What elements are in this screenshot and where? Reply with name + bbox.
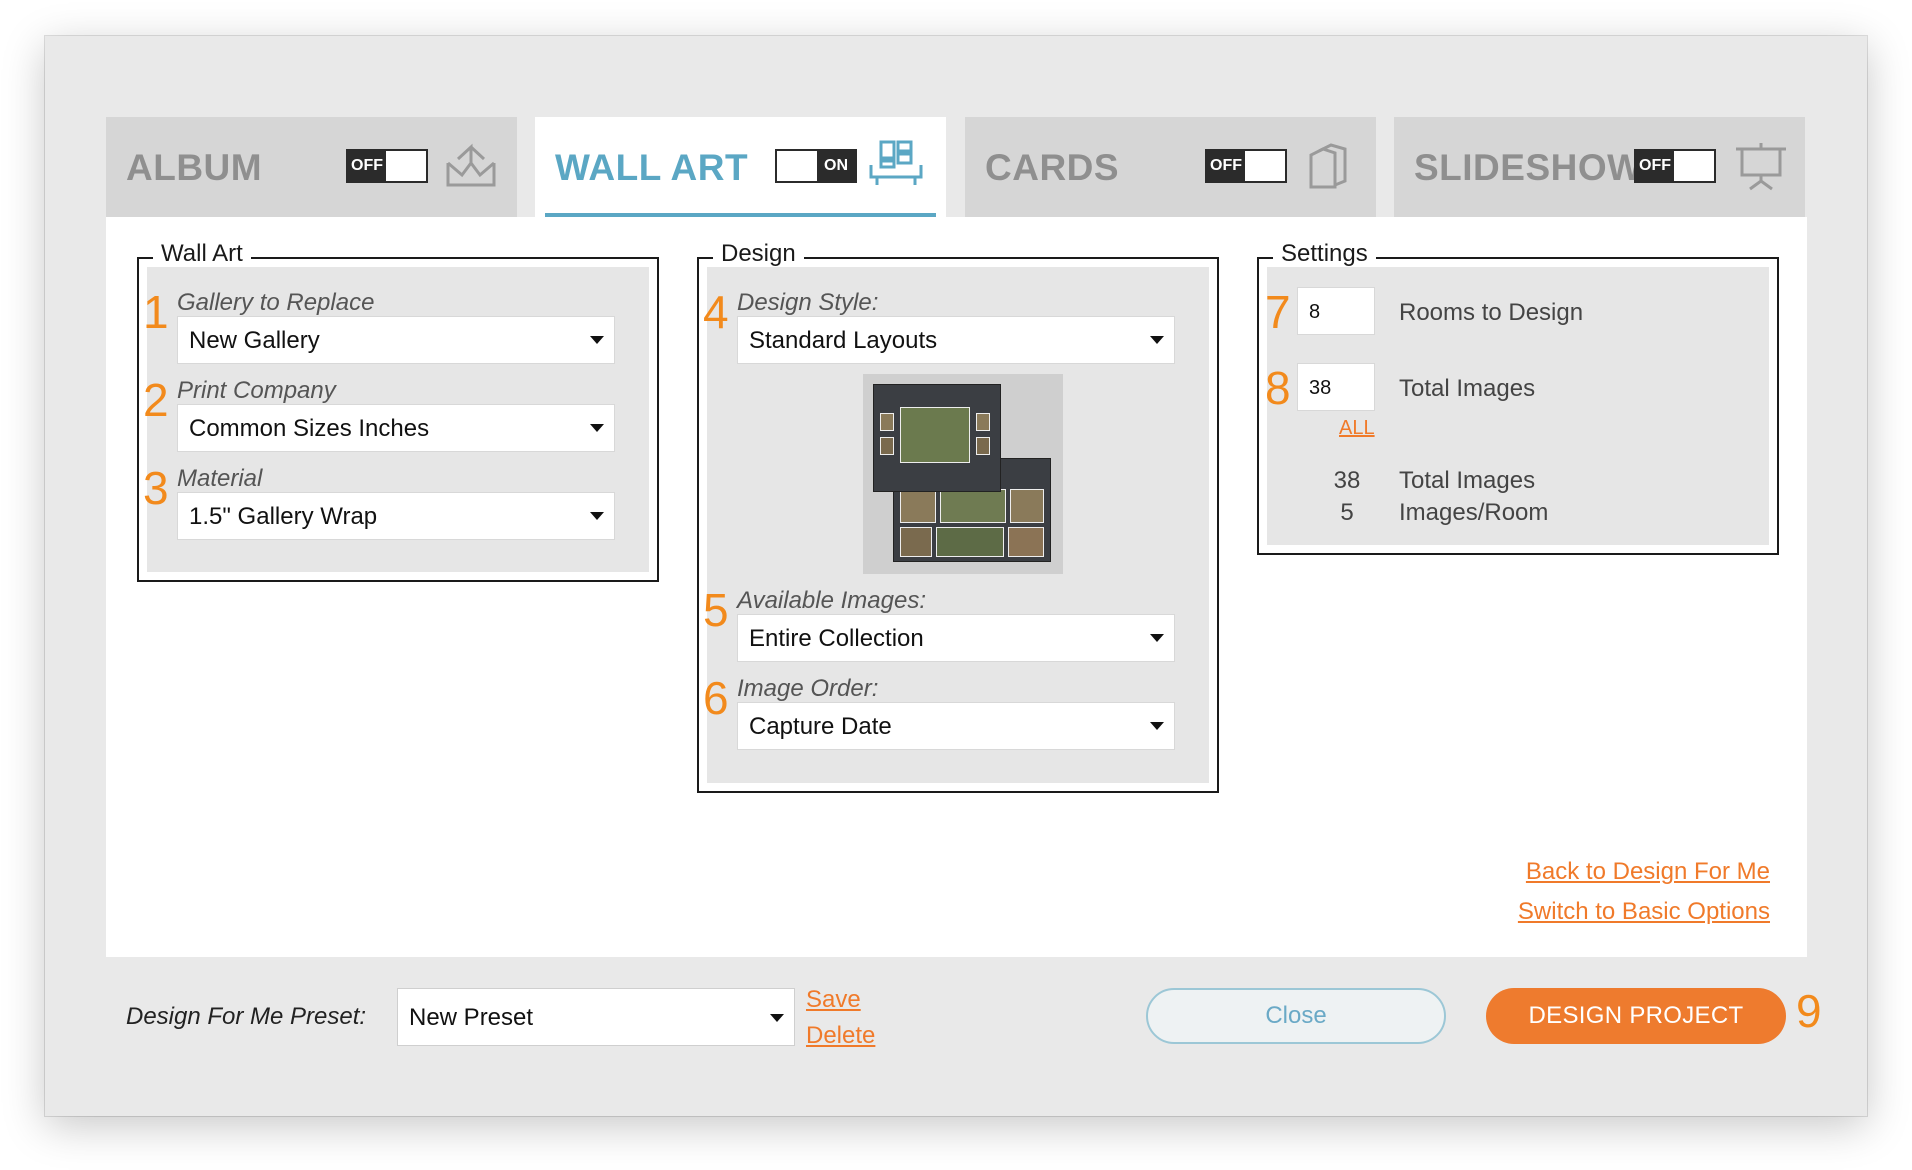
chevron-down-icon <box>770 1014 784 1022</box>
album-toggle-label: OFF <box>348 151 386 181</box>
available-images-select[interactable]: Entire Collection <box>737 614 1175 662</box>
step-number-4: 4 <box>703 286 729 338</box>
step-number-3: 3 <box>143 462 169 514</box>
step-number-8: 8 <box>1265 362 1291 414</box>
gallery-to-replace-value: New Gallery <box>189 327 320 354</box>
image-order-select[interactable]: Capture Date <box>737 702 1175 750</box>
step-number-6: 6 <box>703 672 729 724</box>
preview-photo <box>1010 489 1044 523</box>
design-group: Design 4 Design Style: Standard Layouts <box>697 240 1219 793</box>
wall-art-group-body: 1 Gallery to Replace New Gallery 2 Print… <box>143 267 649 572</box>
design-style-select[interactable]: Standard Layouts <box>737 316 1175 364</box>
settings-group-body: 7 8 Rooms to Design 8 38 Total Images AL… <box>1265 267 1769 545</box>
wall-art-group: Wall Art 1 Gallery to Replace New Galler… <box>137 240 659 582</box>
total-images-input[interactable]: 38 <box>1297 363 1375 411</box>
material-select[interactable]: 1.5" Gallery Wrap <box>177 492 615 540</box>
preview-photo <box>1008 527 1044 557</box>
album-toggle[interactable]: OFF <box>346 149 428 183</box>
design-group-title: Design <box>713 240 804 268</box>
tab-album[interactable]: ALBUM OFF <box>106 117 517 217</box>
tab-wall-art[interactable]: WALL ART ON <box>535 117 946 217</box>
preview-photo <box>940 489 1006 523</box>
slideshow-toggle[interactable]: OFF <box>1634 149 1716 183</box>
summary-images-per-room-label: Images/Room <box>1399 499 1549 526</box>
gallery-to-replace-label: Gallery to Replace <box>177 289 375 316</box>
preset-value: New Preset <box>409 1004 534 1031</box>
preview-front-card <box>873 384 1001 492</box>
chevron-down-icon <box>1150 336 1164 344</box>
settings-group: Settings 7 8 Rooms to Design 8 38 Total … <box>1257 240 1779 555</box>
cards-icon <box>1309 143 1347 189</box>
gallery-to-replace-select[interactable]: New Gallery <box>177 316 615 364</box>
chevron-down-icon <box>590 512 604 520</box>
tab-wall-art-label: WALL ART <box>555 147 749 188</box>
settings-group-title: Settings <box>1273 240 1376 268</box>
preset-label: Design For Me Preset: <box>126 1003 367 1030</box>
chevron-down-icon <box>590 424 604 432</box>
tab-slideshow-label: SLIDESHOW <box>1414 147 1643 188</box>
layout-preview-image <box>863 374 1063 574</box>
design-style-label: Design Style: <box>737 289 879 316</box>
preview-photo <box>936 527 1004 557</box>
tab-album-label: ALBUM <box>126 147 263 188</box>
chevron-down-icon <box>1150 634 1164 642</box>
cards-toggle[interactable]: OFF <box>1205 149 1287 183</box>
preset-select[interactable]: New Preset <box>397 988 795 1046</box>
tab-slideshow[interactable]: SLIDESHOW OFF <box>1394 117 1805 217</box>
delete-preset-link[interactable]: Delete <box>806 1022 875 1050</box>
tab-cards-label: CARDS <box>985 147 1120 188</box>
content-panel: Wall Art 1 Gallery to Replace New Galler… <box>106 217 1807 957</box>
image-order-label: Image Order: <box>737 675 879 702</box>
total-images-label: Total Images <box>1399 375 1536 402</box>
design-style-value: Standard Layouts <box>749 327 938 354</box>
preview-photo <box>900 489 936 523</box>
print-company-value: Common Sizes Inches <box>189 415 430 442</box>
preview-photo <box>880 437 894 455</box>
image-order-value: Capture Date <box>749 713 892 740</box>
preview-photo <box>976 437 990 455</box>
back-to-design-for-me-link[interactable]: Back to Design For Me <box>1526 858 1770 886</box>
design-group-body: 4 Design Style: Standard Layouts 5 Avail… <box>703 267 1209 783</box>
slideshow-toggle-label: OFF <box>1636 151 1674 181</box>
material-value: 1.5" Gallery Wrap <box>189 503 378 530</box>
summary-images-per-room-value: 5 <box>1340 499 1354 526</box>
slideshow-icon <box>1736 143 1786 191</box>
available-images-label: Available Images: <box>737 587 926 614</box>
material-label: Material <box>177 465 263 492</box>
summary-total-images-label: Total Images <box>1399 467 1536 494</box>
available-images-value: Entire Collection <box>749 625 924 652</box>
save-preset-link[interactable]: Save <box>806 986 861 1014</box>
preview-photo <box>900 527 932 557</box>
rooms-to-design-label: Rooms to Design <box>1399 299 1584 326</box>
wall-art-group-title: Wall Art <box>153 240 251 268</box>
preview-photo <box>976 413 990 431</box>
print-company-label: Print Company <box>177 377 336 404</box>
wall-art-toggle-label: ON <box>817 151 855 181</box>
chevron-down-icon <box>1150 722 1164 730</box>
design-dialog: ALBUM OFF WALL ART ON CARDS OFF SLIDESHO… <box>45 36 1867 1116</box>
step-number-7: 7 <box>1265 286 1291 338</box>
close-button[interactable]: Close <box>1146 988 1446 1044</box>
step-number-9: 9 <box>1796 985 1822 1037</box>
step-number-2: 2 <box>143 374 169 426</box>
tab-cards[interactable]: CARDS OFF <box>965 117 1376 217</box>
wall-art-icon <box>869 140 923 185</box>
print-company-select[interactable]: Common Sizes Inches <box>177 404 615 452</box>
design-project-button[interactable]: DESIGN PROJECT <box>1486 988 1786 1044</box>
rooms-to-design-input[interactable]: 8 <box>1297 287 1375 335</box>
preview-photo <box>900 407 970 463</box>
wall-art-toggle[interactable]: ON <box>775 149 857 183</box>
step-number-5: 5 <box>703 584 729 636</box>
all-images-link[interactable]: ALL <box>1339 417 1375 440</box>
preview-photo <box>880 413 894 431</box>
cards-toggle-label: OFF <box>1207 151 1245 181</box>
summary-total-images-value: 38 <box>1333 467 1361 494</box>
chevron-down-icon <box>590 336 604 344</box>
switch-to-basic-options-link[interactable]: Switch to Basic Options <box>1518 898 1770 926</box>
album-icon <box>446 143 496 187</box>
step-number-1: 1 <box>143 286 169 338</box>
